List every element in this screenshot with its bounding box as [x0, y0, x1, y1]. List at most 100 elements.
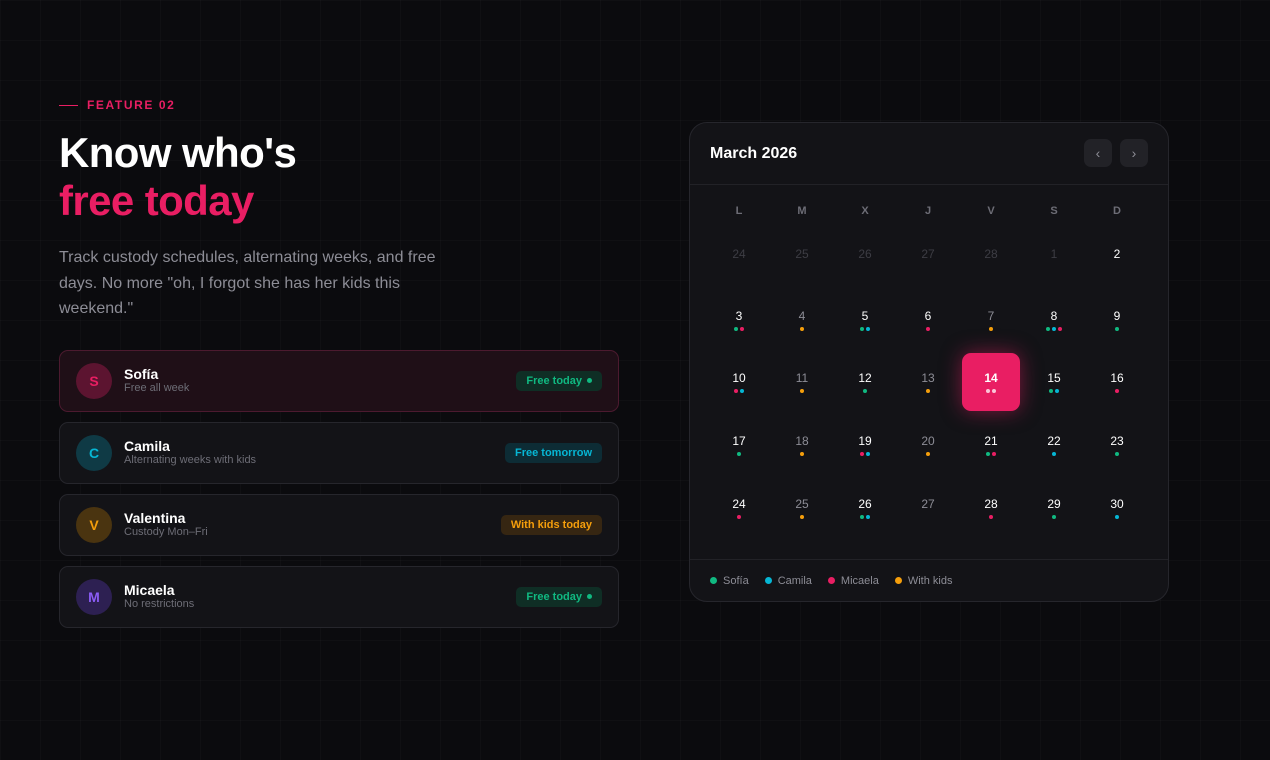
calendar-day[interactable]: 9 [1088, 291, 1146, 349]
calendar-day[interactable]: 27 [899, 229, 957, 287]
availability-dots [800, 389, 804, 393]
calendar-day[interactable]: 27 [899, 479, 957, 537]
calendar-day[interactable]: 26 [836, 479, 894, 537]
calendar-day[interactable]: 23 [1088, 416, 1146, 474]
calendar-day[interactable]: 6 [899, 291, 957, 349]
availability-dot-icon [800, 327, 804, 331]
day-number: 11 [795, 371, 809, 385]
calendar-day[interactable]: 11 [773, 353, 831, 411]
day-number: 21 [984, 434, 998, 448]
status-dot-icon [587, 594, 592, 599]
calendar-day[interactable]: 30 [1088, 479, 1146, 537]
availability-dot-icon [1052, 327, 1056, 331]
availability-dots [926, 389, 930, 393]
availability-dots [926, 327, 930, 331]
availability-dot-icon [926, 452, 930, 456]
availability-dots [1115, 452, 1119, 456]
calendar-day[interactable]: 12 [836, 353, 894, 411]
feature-description: Track custody schedules, alternating wee… [59, 249, 436, 317]
next-month-button[interactable]: › [1120, 139, 1148, 167]
availability-dots [986, 389, 996, 393]
calendar-day[interactable]: 7 [962, 291, 1020, 349]
availability-dot-icon [989, 515, 993, 519]
calendar-day[interactable]: 18 [773, 416, 831, 474]
availability-badge: Free today [516, 586, 602, 607]
eyebrow-label: FEATURE 02 [87, 98, 176, 112]
badge-label: With kids today [510, 518, 592, 531]
person-card[interactable]: C Camila Alternating weeks with kids Free t… [59, 421, 619, 484]
day-number: 30 [1110, 497, 1124, 511]
calendar-day[interactable]: 24 [710, 229, 768, 287]
calendar-day-today[interactable]: 14 [962, 353, 1020, 411]
prev-month-button[interactable]: ‹ [1084, 139, 1112, 167]
title-line-2: free today [59, 177, 254, 224]
day-number: 24 [732, 497, 746, 511]
calendar-day[interactable]: 16 [1088, 353, 1146, 411]
availability-dot-icon [1049, 389, 1053, 393]
calendar-day[interactable]: 15 [1025, 353, 1083, 411]
legend-item: With kids [894, 575, 952, 587]
availability-dot-icon [740, 389, 744, 393]
availability-dots [734, 327, 744, 331]
day-number: 29 [1047, 497, 1061, 511]
calendar-day[interactable]: 19 [836, 416, 894, 474]
weekday-label: V [987, 205, 995, 217]
availability-dots [1115, 515, 1119, 519]
day-number: 7 [987, 309, 995, 323]
availability-dots [800, 515, 804, 519]
calendar-day[interactable]: 13 [899, 353, 957, 411]
calendar-day[interactable]: 28 [962, 479, 1020, 537]
calendar-day[interactable]: 20 [899, 416, 957, 474]
person-card[interactable]: V Valentina Custody Mon–Fri With kids today [59, 493, 619, 556]
calendar-day[interactable]: 21 [962, 416, 1020, 474]
person-info: Camila Alternating weeks with kids [124, 438, 256, 467]
availability-dots [800, 452, 804, 456]
availability-dot-icon [992, 389, 996, 393]
calendar-day[interactable]: 26 [836, 229, 894, 287]
calendar-day[interactable]: 29 [1025, 479, 1083, 537]
availability-dot-icon [989, 327, 993, 331]
feature-section: FEATURE 02 Know who's free today Track c… [59, 97, 619, 628]
calendar-day[interactable]: 3 [710, 291, 768, 349]
avatar: C [76, 434, 112, 471]
calendar-day[interactable]: 24 [710, 479, 768, 537]
legend-dot-icon [710, 577, 717, 584]
calendar-header: March 2026 ‹ › [690, 123, 1168, 185]
availability-dot-icon [1115, 389, 1119, 393]
calendar-day[interactable]: 28 [962, 229, 1020, 287]
availability-dots [1046, 327, 1062, 331]
day-number: 27 [921, 497, 935, 511]
availability-dots [926, 452, 930, 456]
calendar-day[interactable]: 10 [710, 353, 768, 411]
person-info: Valentina Custody Mon–Fri [124, 510, 208, 539]
legend-dot-icon [894, 577, 902, 584]
availability-dot-icon [737, 515, 741, 519]
calendar-day[interactable]: 8 [1025, 291, 1083, 349]
calendar-day[interactable]: 22 [1025, 416, 1083, 474]
availability-dot-icon [860, 452, 864, 456]
calendar-day[interactable]: 1 [1025, 229, 1083, 287]
calendar-day[interactable]: 5 [836, 291, 894, 349]
availability-dots [1052, 452, 1056, 456]
availability-dot-icon [800, 452, 804, 456]
availability-dot-icon [986, 452, 990, 456]
availability-dots [734, 389, 744, 393]
person-info: Sofía Free all week [124, 366, 189, 395]
person-card[interactable]: M Micaela No restrictions Free today [59, 565, 619, 628]
calendar-day[interactable]: 17 [710, 416, 768, 474]
day-number: 20 [921, 434, 935, 448]
badge-label: Free tomorrow [514, 446, 592, 459]
availability-dot-icon [734, 327, 738, 331]
avatar: S [76, 362, 112, 399]
calendar-day[interactable]: 2 [1088, 229, 1146, 287]
calendar-day[interactable]: 25 [773, 479, 831, 537]
availability-badge: Free today [516, 370, 602, 391]
person-card[interactable]: S Sofía Free all week Free today [59, 349, 619, 412]
feature-eyebrow: FEATURE 02 [59, 97, 619, 113]
person-info: Micaela No restrictions [124, 582, 194, 611]
day-number: 17 [732, 434, 746, 448]
calendar-day[interactable]: 25 [773, 229, 831, 287]
calendar-day[interactable]: 4 [773, 291, 831, 349]
availability-dots [989, 515, 993, 519]
day-number: 27 [921, 247, 935, 261]
